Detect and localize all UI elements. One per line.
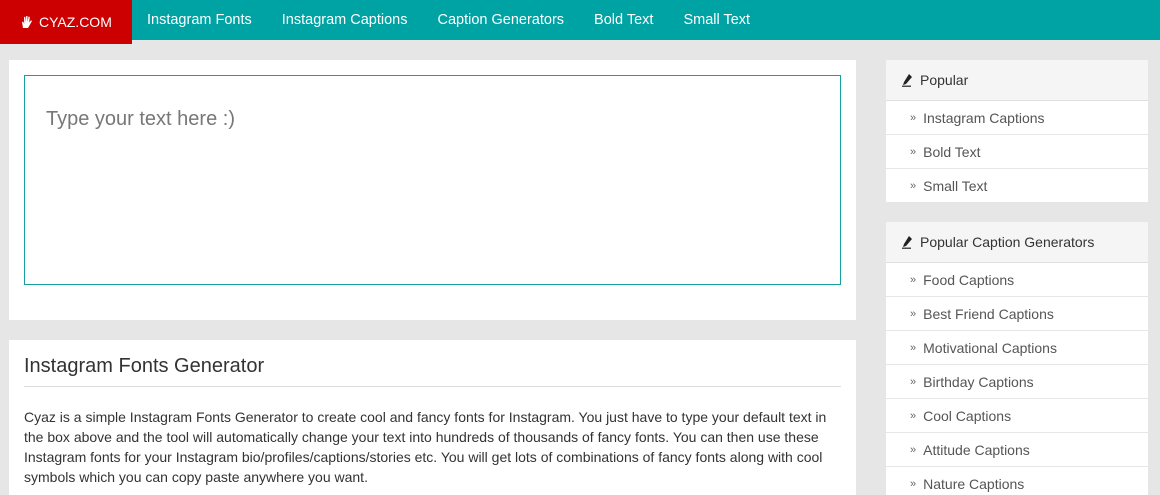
double-chevron-right-icon: » [910, 341, 916, 354]
double-chevron-right-icon: » [910, 179, 916, 192]
sidebar-item-label: Instagram Captions [923, 109, 1045, 126]
sidebar-item-label: Attitude Captions [923, 441, 1030, 458]
sidebar-item-label: Food Captions [923, 271, 1015, 288]
sidebar-item-label: Nature Captions [923, 475, 1025, 492]
pen-icon [902, 74, 912, 87]
sidebar-popular: Popular » Instagram Captions » Bold Text »… [886, 60, 1148, 203]
pen-icon [902, 236, 912, 249]
info-title: Instagram Fonts Generator [24, 340, 841, 387]
top-navbar: CYAZ.COM Instagram Fonts Instagram Capti… [0, 0, 1160, 44]
nav-link-instagram-fonts[interactable]: Instagram Fonts [132, 0, 267, 40]
editor-panel [9, 60, 856, 320]
brand-logo-link[interactable]: CYAZ.COM [0, 0, 132, 44]
sidebar-item-nature-captions[interactable]: » Nature Captions [886, 467, 1148, 495]
info-description: Cyaz is a simple Instagram Fonts Generat… [24, 409, 827, 485]
sidebar-popular-header: Popular [886, 60, 1148, 101]
brand-label: CYAZ.COM [39, 14, 112, 30]
double-chevron-right-icon: » [910, 307, 916, 320]
sidebar-generators-header: Popular Caption Generators [886, 222, 1148, 263]
sidebar-item-small-text[interactable]: » Small Text [886, 169, 1148, 203]
hand-icon [22, 16, 32, 28]
sidebar-item-bold-text[interactable]: » Bold Text [886, 135, 1148, 169]
sidebar-item-label: Motivational Captions [923, 339, 1057, 356]
double-chevron-right-icon: » [910, 477, 916, 490]
nav-link-bold-text[interactable]: Bold Text [579, 0, 668, 40]
double-chevron-right-icon: » [910, 111, 916, 124]
sidebar-item-label: Cool Captions [923, 407, 1012, 424]
nav-link-caption-generators[interactable]: Caption Generators [423, 0, 580, 40]
sidebar-item-birthday-captions[interactable]: » Birthday Captions [886, 365, 1148, 399]
text-input[interactable] [24, 75, 841, 285]
sidebar-item-best-friend-captions[interactable]: » Best Friend Captions [886, 297, 1148, 331]
double-chevron-right-icon: » [910, 443, 916, 456]
sidebar-item-label: Best Friend Captions [923, 305, 1054, 322]
double-chevron-right-icon: » [910, 273, 916, 286]
sidebar-item-attitude-captions[interactable]: » Attitude Captions [886, 433, 1148, 467]
sidebar-item-motivational-captions[interactable]: » Motivational Captions [886, 331, 1148, 365]
sidebar-item-food-captions[interactable]: » Food Captions [886, 263, 1148, 297]
double-chevron-right-icon: » [910, 409, 916, 422]
nav-link-small-text[interactable]: Small Text [668, 0, 765, 40]
sidebar-item-cool-captions[interactable]: » Cool Captions [886, 399, 1148, 433]
sidebar-popular-title: Popular [920, 72, 969, 88]
double-chevron-right-icon: » [910, 145, 916, 158]
sidebar-item-label: Bold Text [923, 143, 981, 160]
sidebar-caption-generators: Popular Caption Generators » Food Caption… [886, 222, 1148, 495]
sidebar-item-label: Small Text [923, 177, 988, 194]
sidebar-item-instagram-captions[interactable]: » Instagram Captions [886, 101, 1148, 135]
sidebar-generators-title: Popular Caption Generators [920, 234, 1095, 250]
double-chevron-right-icon: » [910, 375, 916, 388]
nav-link-instagram-captions[interactable]: Instagram Captions [267, 0, 423, 40]
sidebar-item-label: Birthday Captions [923, 373, 1034, 390]
info-panel: Instagram Fonts Generator Cyaz is a simp… [9, 340, 856, 495]
